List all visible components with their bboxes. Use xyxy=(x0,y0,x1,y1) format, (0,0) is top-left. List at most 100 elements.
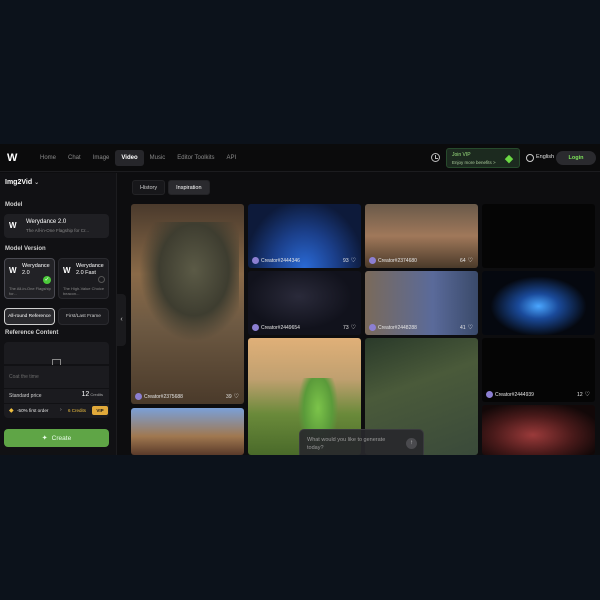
heart-icon: ♡ xyxy=(467,325,473,331)
model-description: The All-in-One Flagship for Cr... xyxy=(26,228,90,233)
gallery-card[interactable]: Creator#2449654 73 ♡ xyxy=(248,271,361,335)
gallery-card[interactable] xyxy=(482,405,595,455)
radio-icon xyxy=(98,276,105,283)
tab-first-last-frame[interactable]: First/Last Frame xyxy=(58,308,109,325)
creator-label: Creator#2448288 xyxy=(369,324,417,331)
model-logo-icon: W xyxy=(9,221,17,230)
price-row: Standard price 12Credits xyxy=(4,389,109,403)
collapse-sidebar-handle[interactable]: ‹ xyxy=(117,294,126,346)
creator-name: Creator#2374680 xyxy=(378,257,417,264)
diamond-icon: ◆ xyxy=(504,153,514,165)
like-number: 12 xyxy=(577,391,583,398)
language-selector[interactable]: English xyxy=(536,154,554,160)
tab-all-round-reference[interactable]: All-round Reference xyxy=(4,308,55,325)
check-icon: ✓ xyxy=(43,276,51,284)
reference-upload-area[interactable] xyxy=(4,342,109,365)
like-number: 73 xyxy=(343,324,349,331)
sparkle-icon: ✦ xyxy=(41,435,48,442)
gallery-card[interactable]: Creator#2375688 39 ♡ xyxy=(131,204,244,404)
like-count[interactable]: 12 ♡ xyxy=(577,391,590,399)
avatar xyxy=(486,391,493,398)
price-value: 12Credits xyxy=(82,391,103,398)
gallery-card[interactable]: Creator#2444346 93 ♡ xyxy=(248,204,361,268)
heart-icon: ♡ xyxy=(584,392,590,398)
chevron-left-icon: ‹ xyxy=(120,316,123,323)
avatar xyxy=(135,393,142,400)
creator-name: Creator#2449654 xyxy=(261,324,300,331)
version-description: The High-Value Choice beacon... xyxy=(63,286,105,296)
gallery-tabs: History Inspiration xyxy=(132,180,213,195)
avatar xyxy=(252,257,259,264)
creator-name: Creator#2448288 xyxy=(378,324,417,331)
ask-placeholder: What would you like to generate today? xyxy=(307,437,386,451)
mode-dropdown[interactable]: Img2Vid ⌄ xyxy=(5,179,39,186)
history-icon[interactable] xyxy=(431,153,440,162)
version-card-fast[interactable]: W Werydance 2.0 Fast The High-Value Choi… xyxy=(58,258,109,299)
price-unit: Credits xyxy=(90,392,103,397)
vip-badge[interactable]: VIP xyxy=(92,406,108,415)
tab-history[interactable]: History xyxy=(132,180,166,195)
top-navigation-bar: W Home Chat Image Video Music Editor Too… xyxy=(0,144,600,172)
login-button[interactable]: Login xyxy=(556,151,596,165)
nav-image[interactable]: Image xyxy=(87,150,116,166)
gallery-card[interactable] xyxy=(131,408,244,455)
thumbnail-image xyxy=(139,222,239,342)
like-count[interactable]: 41 ♡ xyxy=(460,324,473,332)
nav-chat[interactable]: Chat xyxy=(62,150,87,166)
like-number: 93 xyxy=(343,257,349,264)
gallery-card[interactable]: Creator#2444939 12 ♡ xyxy=(482,338,595,402)
gallery-card[interactable]: Creator#2374680 64 ♡ xyxy=(365,204,478,268)
heart-icon: ♡ xyxy=(350,325,356,331)
version-description: The All-in-One Flagship for... xyxy=(9,286,51,296)
like-count[interactable]: 93 ♡ xyxy=(343,257,356,265)
ask-prompt-box[interactable]: What would you like to generate today? ↑ xyxy=(299,429,424,455)
app-window: W Home Chat Image Video Music Editor Too… xyxy=(0,144,600,455)
tab-inspiration[interactable]: Inspiration xyxy=(168,180,210,195)
heart-icon: ♡ xyxy=(467,258,473,264)
send-icon[interactable]: ↑ xyxy=(406,438,417,449)
create-button[interactable]: ✦ Create xyxy=(4,429,109,447)
model-section-label: Model xyxy=(5,202,23,208)
creator-name: Creator#2375688 xyxy=(144,393,183,400)
like-number: 39 xyxy=(226,393,232,400)
avatar xyxy=(369,324,376,331)
avatar xyxy=(252,324,259,331)
like-count[interactable]: 39 ♡ xyxy=(226,393,239,401)
inspiration-gallery: History Inspiration Creator#2375688 39 ♡ … xyxy=(127,173,600,455)
gallery-card[interactable] xyxy=(482,271,595,335)
version-name: Werydance 2.0 xyxy=(22,263,50,276)
model-version-label: Model Version xyxy=(5,246,46,252)
nav-home[interactable]: Home xyxy=(34,150,62,166)
nav-editor-toolkits[interactable]: Editor Toolkits xyxy=(171,150,220,166)
creator-label: Creator#2374680 xyxy=(369,257,417,264)
vip-subtitle: Enjoy more benefits > xyxy=(452,160,496,165)
promo-row[interactable]: ◆ -50% first order › 6 Credits VIP xyxy=(4,404,109,418)
heart-icon: ♡ xyxy=(350,258,356,264)
generation-sidebar: Img2Vid ⌄ Model W Werydance 2.0 The All-i… xyxy=(0,173,117,455)
gallery-card-empty xyxy=(482,204,595,268)
like-count[interactable]: 73 ♡ xyxy=(343,324,356,332)
create-label: Create xyxy=(51,434,72,442)
join-vip-banner[interactable]: Join VIP Enjoy more benefits > ◆ xyxy=(446,148,520,168)
creator-label: Creator#2444346 xyxy=(252,257,300,264)
reference-content-label: Reference Content xyxy=(5,330,59,336)
version-card-standard[interactable]: W Werydance 2.0 The All-in-One Flagship … xyxy=(4,258,55,299)
creator-label: Creator#2444939 xyxy=(486,391,534,398)
prompt-input[interactable] xyxy=(4,366,109,388)
coin-icon: ◆ xyxy=(9,408,14,414)
avatar xyxy=(369,257,376,264)
nav-music[interactable]: Music xyxy=(144,150,172,166)
creator-name: Creator#2444939 xyxy=(495,391,534,398)
gallery-card[interactable]: Creator#2448288 41 ♡ xyxy=(365,271,478,335)
vip-title: Join VIP xyxy=(452,152,471,158)
creator-name: Creator#2444346 xyxy=(261,257,300,264)
model-selector[interactable]: W Werydance 2.0 The All-in-One Flagship … xyxy=(4,214,109,238)
main-nav: Home Chat Image Video Music Editor Toolk… xyxy=(34,150,242,166)
like-count[interactable]: 64 ♡ xyxy=(460,257,473,265)
app-logo[interactable]: W xyxy=(7,152,24,164)
version-logo-icon: W xyxy=(9,266,17,275)
nav-api[interactable]: API xyxy=(221,150,243,166)
globe-icon[interactable] xyxy=(526,154,534,162)
nav-video[interactable]: Video xyxy=(115,150,144,166)
arrow-right-icon: › xyxy=(60,407,62,413)
